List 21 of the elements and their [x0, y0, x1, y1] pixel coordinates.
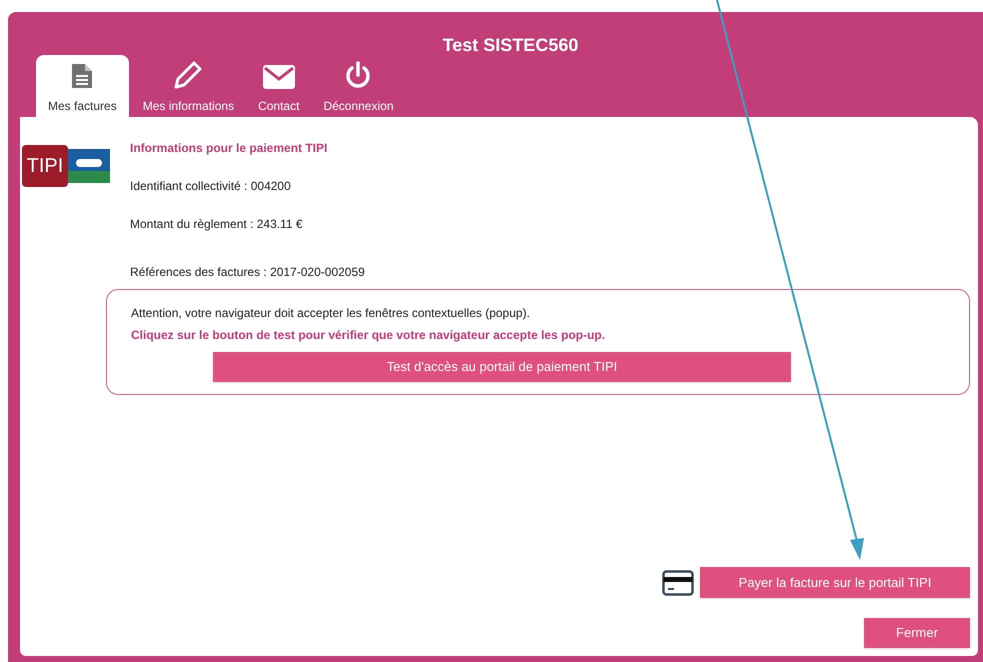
info-line: Références des factures : 2017-020-002059	[130, 264, 365, 281]
info-line: Identifiant collectivité : 004200	[130, 178, 292, 195]
pencil-icon	[174, 61, 202, 89]
tab[interactable]: Mes factures	[36, 55, 129, 117]
tab[interactable]: Déconnexion	[313, 55, 404, 117]
logo-text: TIPI	[26, 154, 64, 179]
mail-icon	[262, 65, 295, 89]
tab[interactable]: Contact	[248, 55, 310, 117]
pay-button[interactable]: Payer la facture sur le portail TIPI	[700, 567, 970, 598]
credit-card-icon	[662, 570, 694, 596]
window-title: Test SISTEC560	[442, 34, 578, 57]
info-line: Montant du règlement : 243.11 €	[130, 216, 304, 233]
document-icon	[71, 63, 94, 89]
test-button[interactable]: Test d'accès au portail de paiement TIPI	[213, 352, 791, 382]
tab[interactable]: Mes informations	[132, 55, 244, 117]
card-logo-icon	[68, 149, 110, 183]
notice-emphasis: Cliquez sur le bouton de test pour vérifier que votre navigateur accepte les pop-up.	[131, 327, 606, 344]
info-heading: Informations pour le paiement TIPI	[130, 140, 328, 157]
notice-text: Attention, votre navigateur doit accepter les fenêtres contextuelles (popup).	[131, 305, 531, 322]
close-button[interactable]: Fermer	[864, 618, 970, 648]
power-icon	[345, 61, 372, 89]
